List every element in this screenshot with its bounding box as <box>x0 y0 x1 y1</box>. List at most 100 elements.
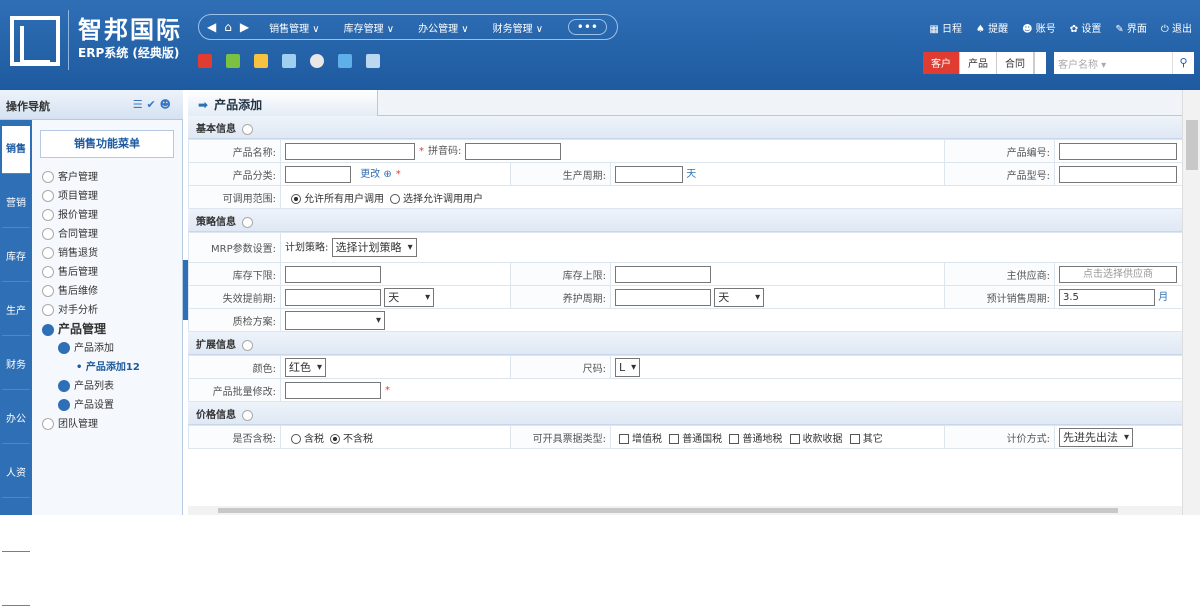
search-tab-contract[interactable]: 合同 <box>997 52 1034 74</box>
home-icon[interactable]: ⌂ <box>224 20 232 34</box>
menu-sales[interactable]: 销售管理 ∨ <box>269 20 320 35</box>
module-tab-sales[interactable]: 销售 <box>2 126 30 174</box>
menu-finance[interactable]: 财务管理 ∨ <box>493 20 544 35</box>
module-tab-production[interactable]: 生产 <box>2 288 30 336</box>
plan-select[interactable]: 选择计划策略 <box>331 238 417 257</box>
product-name-input[interactable] <box>285 142 415 160</box>
chat-icon[interactable] <box>310 54 324 68</box>
search-bar: 客户 产品 合同 客户名称 ▾ ⚲ <box>923 52 1194 74</box>
search-input[interactable]: 客户名称 ▾ <box>1054 52 1172 74</box>
maint-unit-select[interactable]: 天 <box>714 287 765 307</box>
search-tab-product[interactable]: 产品 <box>960 52 997 74</box>
lead-label: 失效提前期: <box>188 285 281 309</box>
mail-icon[interactable] <box>282 54 296 68</box>
sales-cycle-input[interactable]: 3.5 <box>1059 288 1155 306</box>
sidebar-item-aftersales[interactable]: 售后管理 <box>32 263 182 282</box>
sidebar-item-product-add12[interactable]: • 产品添加12 <box>32 358 182 377</box>
module-tab-hr[interactable]: 人资 <box>2 450 30 498</box>
production-cycle-input[interactable] <box>615 165 683 183</box>
category-input[interactable] <box>285 165 351 183</box>
invoice-receipt-checkbox[interactable] <box>789 433 800 444</box>
flag-icon[interactable] <box>198 54 212 68</box>
menu-office[interactable]: 办公管理 ∨ <box>418 20 469 35</box>
size-select[interactable]: L <box>615 357 641 377</box>
section-extend[interactable]: 扩展信息 <box>188 332 1182 355</box>
invoice-local-checkbox[interactable] <box>729 433 740 444</box>
module-tab-marketing[interactable]: 营销 <box>2 180 30 228</box>
invoice-vat-checkbox[interactable] <box>619 433 629 444</box>
invoice-national-checkbox[interactable] <box>669 433 680 444</box>
product-code-input[interactable] <box>1059 142 1178 160</box>
sidebar-item-product-mgmt[interactable]: 产品管理 <box>32 320 182 339</box>
tab-product-add[interactable]: ➡ 产品添加 <box>188 90 378 116</box>
sidebar-item-customer[interactable]: 客户管理 <box>32 168 182 187</box>
color-select[interactable]: 红色 <box>285 357 327 377</box>
change-category-link[interactable]: 更改 ⊕ <box>360 169 392 180</box>
main-panel: ➡ 产品添加 基本信息 产品名称: * 拼音码: 产品编号: 产品分类: 更改 ⊕ *… <box>188 90 1200 515</box>
tax-excl-radio[interactable] <box>330 433 340 444</box>
section-basic[interactable]: 基本信息 <box>188 116 1182 139</box>
forward-icon[interactable]: ▶ <box>240 20 249 34</box>
invoice-other-checkbox[interactable] <box>849 433 860 444</box>
sidebar-item-project[interactable]: 项目管理 <box>32 187 182 206</box>
pricing-select[interactable]: 先进先出法 <box>1059 427 1134 447</box>
settings-link[interactable]: ✿ 设置 <box>1070 20 1102 35</box>
scope-all-radio[interactable] <box>291 193 301 204</box>
module-tab-office[interactable]: 办公 <box>2 396 30 444</box>
sidebar-item-team[interactable]: 团队管理 <box>32 415 182 434</box>
horizontal-scrollbar[interactable] <box>188 506 1182 515</box>
search-tab-customer[interactable]: 客户 <box>923 52 960 74</box>
scope-select-radio[interactable] <box>390 193 400 204</box>
search-scope-dropdown[interactable] <box>1034 52 1046 74</box>
logo-divider <box>68 10 69 70</box>
sidebar-header-icons[interactable]: ☰ ✔ ☻ <box>133 98 171 111</box>
sidebar-item-quote[interactable]: 报价管理 <box>32 206 182 225</box>
product-model-input[interactable] <box>1059 165 1178 183</box>
module-tab-account[interactable]: 账 <box>2 558 30 606</box>
collapse-icon[interactable] <box>242 409 253 421</box>
module-tab-inventory[interactable]: 库存 <box>2 234 30 282</box>
collapse-icon[interactable] <box>242 216 253 228</box>
lead-unit-select[interactable]: 天 <box>384 287 435 307</box>
sidebar-item-product-add[interactable]: 产品添加 <box>32 339 182 358</box>
batch-label: 产品批量修改: <box>188 378 281 402</box>
horizontal-scroll-thumb[interactable] <box>218 508 1118 513</box>
account-link[interactable]: ☻ 账号 <box>1022 20 1056 35</box>
back-icon[interactable]: ◀ <box>207 20 216 34</box>
sidebar-item-contract[interactable]: 合同管理 <box>32 225 182 244</box>
section-price[interactable]: 价格信息 <box>188 402 1182 425</box>
sidebar-item-product-list[interactable]: 产品列表 <box>32 377 182 396</box>
tax-incl-radio[interactable] <box>291 433 301 444</box>
collapse-icon[interactable] <box>242 339 253 351</box>
calendar-link[interactable]: ▦ 日程 <box>929 20 962 35</box>
list-icon[interactable] <box>366 54 380 68</box>
menu-inventory[interactable]: 库存管理 ∨ <box>344 20 395 35</box>
lead-input[interactable] <box>285 288 381 306</box>
phone-icon[interactable] <box>226 54 240 68</box>
more-menu-button[interactable]: ••• <box>567 19 607 35</box>
vertical-scrollbar[interactable] <box>1182 90 1200 515</box>
grid-icon[interactable] <box>338 54 352 68</box>
collapse-icon[interactable] <box>242 123 253 135</box>
min-stock-input[interactable] <box>285 265 381 283</box>
sidebar-item-repair[interactable]: 售后维修 <box>32 282 182 301</box>
vertical-scroll-thumb[interactable] <box>1186 120 1198 170</box>
reminder-link[interactable]: ♠ 提醒 <box>976 20 1008 35</box>
max-stock-input[interactable] <box>615 265 711 283</box>
supplier-input[interactable]: 点击选择供应商 <box>1059 265 1177 283</box>
theme-link[interactable]: ✎ 界面 <box>1115 20 1147 35</box>
module-tab-stats[interactable]: 统计 <box>2 504 30 552</box>
sidebar-item-competitor[interactable]: 对手分析 <box>32 301 182 320</box>
logout-link[interactable]: ⏻ 退出 <box>1161 20 1192 35</box>
batch-input[interactable] <box>285 381 381 399</box>
search-icon[interactable]: ⚲ <box>1172 52 1194 74</box>
screen-icon[interactable] <box>254 54 268 68</box>
section-strategy[interactable]: 策略信息 <box>188 209 1182 232</box>
scope-select-label: 选择允许调用用户 <box>403 193 483 205</box>
qc-select[interactable] <box>285 310 385 330</box>
module-tab-finance[interactable]: 财务 <box>2 342 30 390</box>
maint-input[interactable] <box>615 288 711 306</box>
sidebar-item-product-settings[interactable]: 产品设置 <box>32 396 182 415</box>
sidebar-item-return[interactable]: 销售退货 <box>32 244 182 263</box>
pinyin-input[interactable] <box>464 142 561 160</box>
